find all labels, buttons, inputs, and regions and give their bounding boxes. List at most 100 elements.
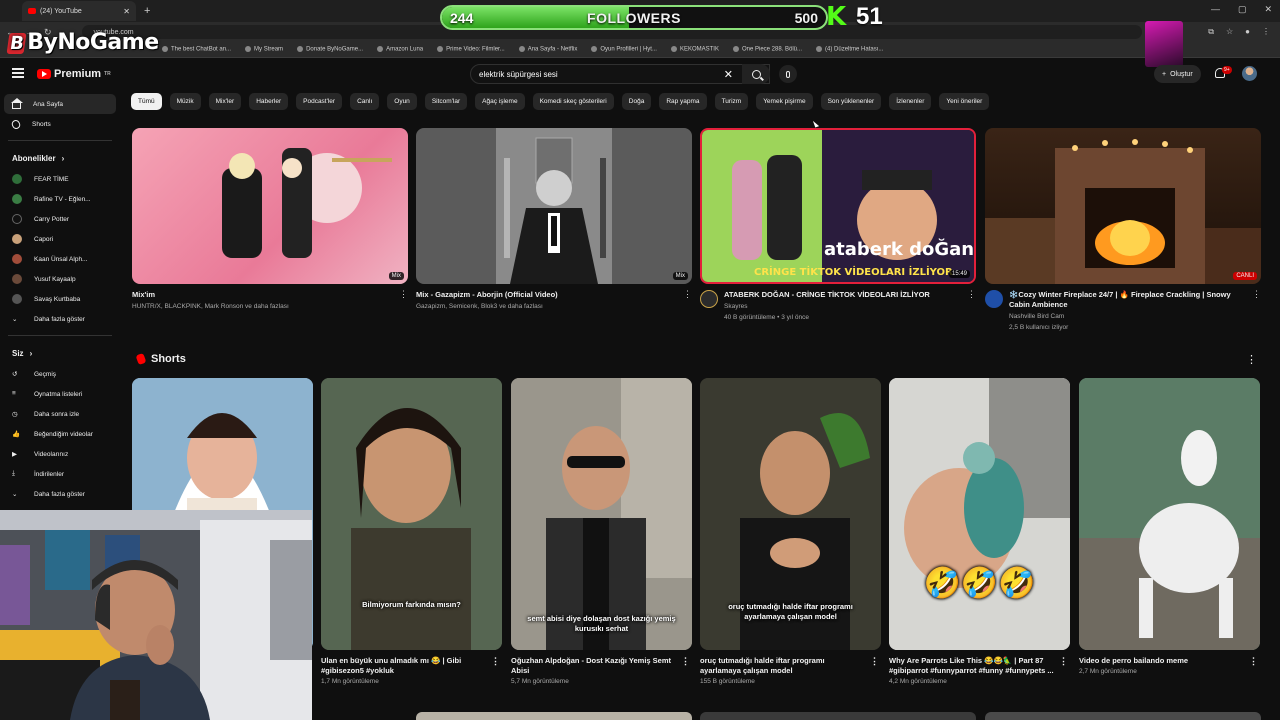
video-card[interactable]: Mix Mix - Gazapizm - Aborjin (Official V…	[416, 128, 692, 311]
shorts-more-options-icon[interactable]: ⋮	[1246, 353, 1257, 366]
sidebar-subscription[interactable]: Savaş Kurtbaba	[0, 289, 120, 309]
video-title[interactable]: Mix'im	[132, 290, 289, 300]
bookmark[interactable]: Amazon Luna	[377, 46, 423, 53]
new-tab-icon[interactable]: +	[144, 5, 150, 17]
voice-search-button[interactable]	[779, 65, 797, 83]
more-options-icon[interactable]: ⋮	[967, 290, 976, 322]
video-title[interactable]: ❄️Cozy Winter Fireplace 24/7 | 🔥 Firepla…	[1009, 290, 1246, 310]
more-options-icon[interactable]: ⋮	[870, 656, 879, 666]
sidebar-item-history[interactable]: ↺ Geçmiş	[0, 364, 120, 384]
short-title[interactable]: oruç tutmadığı halde iftar programı ayar…	[700, 656, 881, 676]
short-card[interactable]: 🤣🤣🤣 Why Are Parrots Like This 😂😂🦜 | Part…	[889, 378, 1070, 685]
chip[interactable]: Podcast'ler	[296, 93, 343, 110]
chip[interactable]: Sitcom'lar	[424, 93, 468, 110]
short-thumbnail[interactable]: oruç tutmadığı halde iftar programı ayar…	[700, 378, 881, 650]
subscriptions-header[interactable]: Abonelikler ›	[0, 147, 120, 169]
chip[interactable]: Turizm	[714, 93, 749, 110]
bookmark[interactable]: Prime Video: Filmler...	[437, 46, 505, 53]
sidebar-item-your-videos[interactable]: ▶ Videolarınız	[0, 444, 120, 464]
more-options-icon[interactable]: ⋮	[1252, 290, 1261, 332]
show-more-subscriptions[interactable]: ⌄ Daha fazla göster	[0, 309, 120, 329]
sidebar-subscription[interactable]: FEAR TİME	[0, 169, 120, 189]
short-card[interactable]: Bilmiyorum farkında mısın? Ulan en büyük…	[321, 378, 502, 685]
short-thumbnail[interactable]: 🤣🤣🤣	[889, 378, 1070, 650]
video-thumbnail[interactable]: Mix	[132, 128, 408, 284]
minimize-icon[interactable]: —	[1211, 4, 1220, 15]
channel-avatar[interactable]	[700, 290, 718, 308]
chip[interactable]: Mix'ler	[208, 93, 242, 110]
youtube-logo[interactable]: Premium TR	[37, 68, 111, 80]
short-thumbnail[interactable]: Bilmiyorum farkında mısın?	[321, 378, 502, 650]
chip[interactable]: Oyun	[387, 93, 417, 110]
more-options-icon[interactable]: ⋮	[683, 290, 692, 311]
sidebar-item-show-more[interactable]: ⌄ Daha fazla göster	[0, 484, 120, 504]
bookmark[interactable]: Ana Sayfa - Netflix	[519, 46, 578, 53]
video-thumbnail-partial[interactable]	[416, 712, 692, 720]
chip[interactable]: Müzik	[169, 93, 201, 110]
account-avatar[interactable]	[1242, 66, 1257, 81]
video-thumbnail[interactable]: ataberk doĞan CRİNGE TİKTOK VİDEOLARI İZL…	[700, 128, 976, 284]
short-title[interactable]: Ulan en büyük unu almadık mı 😂 | Gibi #g…	[321, 656, 502, 676]
bookmark[interactable]: Donate ByNoGame...	[297, 46, 363, 53]
star-icon[interactable]: ☆	[1226, 27, 1233, 37]
video-thumbnail[interactable]: Mix	[416, 128, 692, 284]
chip[interactable]: Komedi skeç gösterileri	[532, 93, 614, 110]
clear-search-icon[interactable]: ✕	[724, 68, 733, 81]
bookmark[interactable]: Oyun Profilleri | Hyt...	[591, 46, 657, 53]
sidebar-item-shorts[interactable]: Shorts	[0, 114, 120, 134]
close-tab-icon[interactable]: ✕	[123, 7, 130, 16]
sidebar-subscription[interactable]: Yusuf Kayaalp	[0, 269, 120, 289]
chip[interactable]: Ağaç işleme	[475, 93, 525, 110]
chip[interactable]: Haberler	[249, 93, 289, 110]
search-button[interactable]	[742, 64, 770, 84]
extensions-icon[interactable]: ⧉	[1208, 27, 1214, 37]
sidebar-item-playlists[interactable]: ≡ Oynatma listeleri	[0, 384, 120, 404]
chip[interactable]: Yemek pişirme	[756, 93, 813, 110]
short-card[interactable]: Video de perro bailando meme ⋮ 2,7 Mn gör…	[1079, 378, 1260, 675]
more-options-icon[interactable]: ⋮	[399, 290, 408, 311]
hamburger-menu-icon[interactable]	[12, 68, 24, 78]
bookmark[interactable]: The best ChatBot an...	[162, 46, 231, 53]
sidebar-item-liked[interactable]: 👍 Beğendiğim videolar	[0, 424, 120, 444]
short-title[interactable]: Video de perro bailando meme ⋮	[1079, 656, 1260, 666]
video-thumbnail-partial[interactable]	[985, 712, 1261, 720]
bookmark[interactable]: One Piece 288. Bölü...	[733, 46, 802, 53]
bookmark[interactable]: (4) Düzeltme Hatası...	[816, 46, 883, 53]
short-title[interactable]: Oğuzhan Alpdoğan - Dost Kazığı Yemiş Sem…	[511, 656, 692, 676]
browser-menu-icon[interactable]: ⋮	[1262, 27, 1270, 37]
short-title[interactable]: Why Are Parrots Like This 😂😂🦜 | Part 87 …	[889, 656, 1070, 676]
video-channel[interactable]: Nashville Bird Cam	[1009, 312, 1246, 321]
chip[interactable]: Tümü	[131, 93, 162, 110]
video-card[interactable]: CANLI ❄️Cozy Winter Fireplace 24/7 | 🔥 F…	[985, 128, 1261, 332]
sidebar-subscription[interactable]: Carry Potter	[0, 209, 120, 229]
more-options-icon[interactable]: ⋮	[1249, 656, 1258, 666]
profile-icon[interactable]: ●	[1245, 27, 1250, 37]
search-input[interactable]: elektrik süpürgesi sesi ✕	[470, 64, 770, 84]
sidebar-subscription[interactable]: Rafine TV - Eğlen...	[0, 189, 120, 209]
sidebar-subscription[interactable]: Capori	[0, 229, 120, 249]
sidebar-item-downloads[interactable]: ⤓ İndirilenler	[0, 464, 120, 484]
video-thumbnail[interactable]: CANLI	[985, 128, 1261, 284]
short-card[interactable]: semt abisi diye dolaşan dost kazığı yemi…	[511, 378, 692, 685]
chip[interactable]: Doğa	[621, 93, 652, 110]
short-thumbnail[interactable]	[1079, 378, 1260, 650]
video-card[interactable]: ataberk doĞan CRİNGE TİKTOK VİDEOLARI İZL…	[700, 128, 976, 322]
sidebar-item-home[interactable]: Ana Sayfa	[4, 94, 116, 114]
more-options-icon[interactable]: ⋮	[1059, 656, 1068, 666]
sidebar-subscription[interactable]: Kaan Ünsal Alph...	[0, 249, 120, 269]
maximize-icon[interactable]: ▢	[1238, 4, 1247, 15]
more-options-icon[interactable]: ⋮	[491, 656, 500, 666]
video-title[interactable]: ATABERK DOĞAN - CRİNGE TİKTOK VİDEOLARI …	[724, 290, 930, 300]
video-thumbnail-partial[interactable]	[700, 712, 976, 720]
video-title[interactable]: Mix - Gazapizm - Aborjin (Official Video…	[416, 290, 558, 300]
video-card[interactable]: Mix Mix'im HUNTR/X, BLACKPINK, Mark Ronso…	[132, 128, 408, 311]
bookmark[interactable]: KEKOMASTIK	[671, 46, 719, 53]
sidebar-item-watch-later[interactable]: ◷ Daha sonra izle	[0, 404, 120, 424]
chip[interactable]: Yeni öneriler	[939, 93, 990, 110]
video-channel[interactable]: Skayres	[724, 302, 930, 311]
chip[interactable]: Canlı	[350, 93, 380, 110]
browser-tab[interactable]: (24) YouTube ✕	[22, 1, 136, 21]
short-card[interactable]: oruç tutmadığı halde iftar programı ayar…	[700, 378, 881, 685]
you-header[interactable]: Siz ›	[0, 342, 120, 364]
close-window-icon[interactable]: ✕	[1264, 4, 1272, 15]
